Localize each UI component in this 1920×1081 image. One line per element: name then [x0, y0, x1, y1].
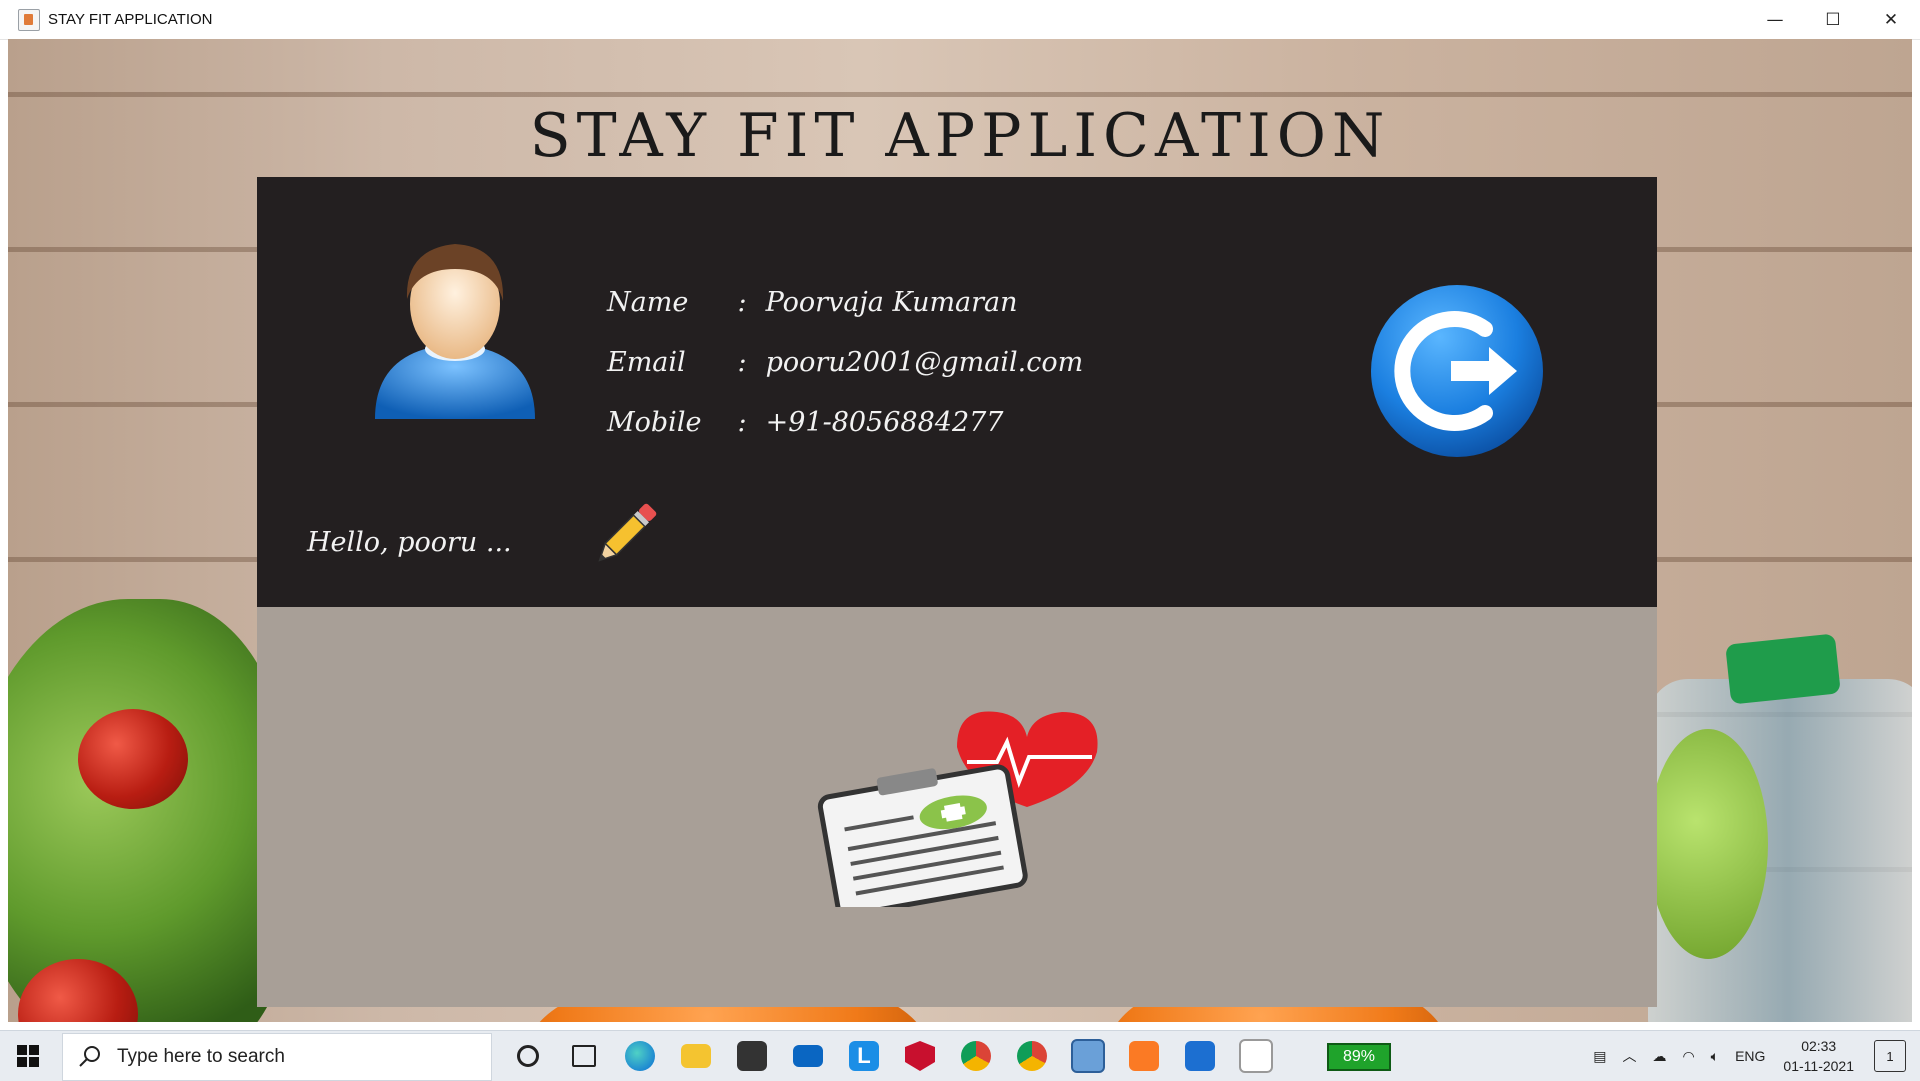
notification-count: 1	[1886, 1048, 1894, 1064]
cortana-icon[interactable]	[500, 1031, 556, 1081]
separator: :	[737, 347, 747, 378]
mcafee-icon[interactable]	[892, 1031, 948, 1081]
profile-email-row: Email: pooru2001@gmail.com	[607, 347, 1083, 378]
user-avatar-icon	[375, 244, 535, 419]
logout-button-icon[interactable]	[1367, 281, 1547, 461]
mobile-value: +91-8056884277	[765, 407, 1004, 438]
cloud-icon[interactable]: ☁	[1652, 1048, 1666, 1065]
wifi-icon[interactable]: ◠	[1682, 1048, 1694, 1065]
separator: :	[737, 287, 747, 318]
app-heading: STAY FIT APPLICATION	[529, 101, 1391, 171]
edge-icon[interactable]	[612, 1031, 668, 1081]
news-icon[interactable]: ▤	[1593, 1048, 1606, 1065]
profile-panel: Name: Poorvaja Kumaran Email: pooru2001@…	[257, 177, 1657, 607]
name-label: Name	[607, 287, 689, 318]
window-title-bar: STAY FIT APPLICATION — ☐ ✕	[0, 0, 1920, 40]
email-value: pooru2001@gmail.com	[765, 347, 1084, 378]
java-icon[interactable]	[1228, 1031, 1284, 1081]
xampp-icon[interactable]	[1116, 1031, 1172, 1081]
close-button[interactable]: ✕	[1862, 0, 1920, 39]
search-placeholder: Type here to search	[117, 1046, 285, 1067]
maximize-button[interactable]: ☐	[1804, 0, 1862, 39]
clock-time: 02:33	[1801, 1038, 1837, 1054]
task-view-icon[interactable]	[556, 1031, 612, 1081]
notification-icon[interactable]: 1	[1874, 1040, 1906, 1072]
window-title: STAY FIT APPLICATION	[48, 11, 213, 28]
system-tray: ▤ ︿ ☁ ◠ 🔈︎ ENG 02:33 01-11-2021 1	[1585, 1031, 1920, 1081]
taskbar-search-box[interactable]: Type here to search	[62, 1033, 492, 1081]
mobile-label: Mobile	[607, 407, 702, 438]
chevron-up-icon[interactable]: ︿	[1622, 1046, 1636, 1066]
minimize-button[interactable]: —	[1746, 0, 1804, 39]
search-icon	[79, 1046, 100, 1067]
language-indicator[interactable]: ENG	[1735, 1048, 1765, 1064]
chrome-icon[interactable]	[948, 1031, 1004, 1081]
pinned-apps: L	[500, 1031, 1284, 1081]
windows-start-icon[interactable]	[16, 1044, 40, 1068]
edit-profile-pencil-icon[interactable]	[585, 495, 665, 575]
health-panel	[257, 607, 1657, 1007]
clock[interactable]: 02:33 01-11-2021	[1783, 1036, 1854, 1076]
lettuce-decoration	[8, 599, 288, 1022]
battery-indicator[interactable]: 89%	[1327, 1043, 1391, 1071]
bottle-cap-decoration	[1725, 633, 1841, 705]
volume-icon[interactable]: 🔈︎	[1711, 1048, 1719, 1065]
profile-name-row: Name: Poorvaja Kumaran	[607, 287, 1018, 318]
greeting-text: Hello, pooru ...	[307, 527, 512, 558]
window-controls: — ☐ ✕	[1746, 0, 1920, 39]
background-image: STAY FIT APPLICATION Name: Poorvaja Kuma…	[8, 39, 1912, 1022]
java-app-icon	[18, 8, 40, 31]
file-explorer-icon[interactable]	[668, 1031, 724, 1081]
l-app-icon[interactable]: L	[836, 1031, 892, 1081]
separator: :	[737, 407, 747, 438]
store-icon[interactable]	[724, 1031, 780, 1081]
health-checkup-illustration	[817, 711, 1098, 907]
chrome-profile-icon[interactable]	[1004, 1031, 1060, 1081]
email-label: Email	[607, 347, 686, 378]
clock-date: 01-11-2021	[1783, 1058, 1854, 1074]
tomato-decoration	[78, 709, 188, 809]
mail-icon[interactable]	[780, 1031, 836, 1081]
apple-decoration	[1648, 729, 1768, 959]
photos-icon[interactable]	[1172, 1031, 1228, 1081]
windows-taskbar: Type here to search L 89% ▤ ︿ ☁ ◠ 🔈︎ ENG…	[0, 1030, 1920, 1081]
profile-mobile-row: Mobile: +91-8056884277	[607, 407, 1003, 438]
name-value: Poorvaja Kumaran	[765, 287, 1018, 318]
virtualbox-icon[interactable]	[1060, 1031, 1116, 1081]
